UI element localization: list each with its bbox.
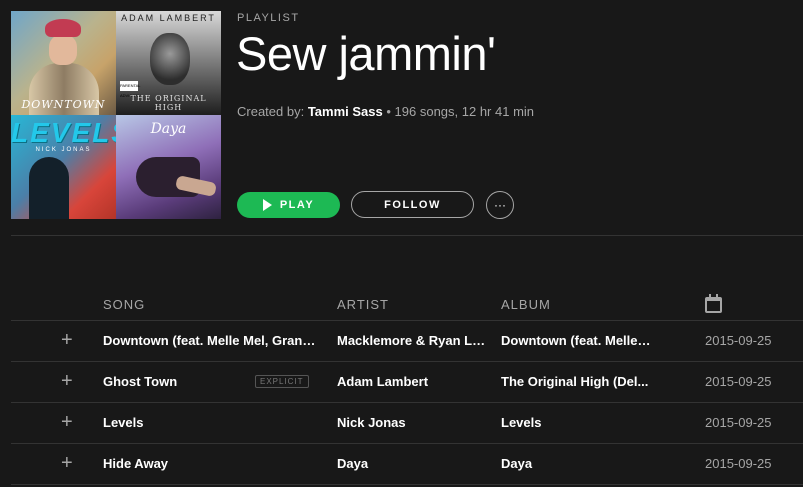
creator-link[interactable]: Tammi Sass xyxy=(308,104,383,119)
table-row[interactable]: + Downtown (feat. Melle Mel, Grand... Ma… xyxy=(11,321,803,362)
created-by-label: Created by: xyxy=(237,104,305,119)
play-button-label: PLAY xyxy=(279,199,315,211)
add-track-icon[interactable]: + xyxy=(61,329,73,352)
table-row[interactable]: + Ghost Town EXPLICIT Adam Lambert The O… xyxy=(11,362,803,403)
track-title: Hide Away xyxy=(103,456,169,471)
track-artist-link[interactable]: Macklemore & Ryan Le... xyxy=(337,333,489,348)
cover-title-text: LEVELS xyxy=(11,117,116,148)
add-track-icon[interactable]: + xyxy=(61,452,73,475)
column-header-artist[interactable]: ARTIST xyxy=(337,297,389,312)
play-icon xyxy=(262,199,272,211)
track-album-link[interactable]: Daya xyxy=(501,456,651,471)
header-divider xyxy=(11,235,803,236)
track-artist-link[interactable]: Daya xyxy=(337,456,489,471)
playlist-stats: • 196 songs, 12 hr 41 min xyxy=(386,104,535,119)
playlist-meta: Created by: Tammi Sass • 196 songs, 12 h… xyxy=(237,104,534,119)
playlist-type-label: PLAYLIST xyxy=(237,12,300,24)
column-header-song[interactable]: SONG xyxy=(103,297,145,312)
calendar-icon[interactable] xyxy=(705,294,722,313)
cover-caption: THE ORIGINAL HIGH xyxy=(130,94,207,112)
playlist-title: Sew jammin' xyxy=(236,27,496,80)
more-options-button[interactable]: ··· xyxy=(486,191,514,219)
track-album-link[interactable]: Levels xyxy=(501,415,651,430)
track-date-added: 2015-09-25 xyxy=(705,456,772,471)
track-artist-link[interactable]: Nick Jonas xyxy=(337,415,489,430)
album-cover-levels: LEVELS NICK JONAS xyxy=(11,115,116,219)
album-cover-daya: Daya xyxy=(116,115,221,219)
track-title: Downtown (feat. Melle Mel, Grand... xyxy=(103,333,321,348)
cover-artist-text: NICK JONAS xyxy=(35,147,92,153)
play-button[interactable]: PLAY xyxy=(237,192,340,218)
track-album-link[interactable]: The Original High (Del... xyxy=(501,374,651,389)
table-row[interactable]: + Levels Nick Jonas Levels 2015-09-25 xyxy=(11,403,803,444)
cover-artist-text: ADAM LAMBERT xyxy=(121,13,216,23)
follow-button[interactable]: FOLLOW xyxy=(351,191,474,218)
track-title: Levels xyxy=(103,415,144,430)
table-row[interactable]: + Hide Away Daya Daya 2015-09-25 xyxy=(11,444,803,485)
track-artist-link[interactable]: Adam Lambert xyxy=(337,374,489,389)
album-cover-downtown: DOWNTOWN xyxy=(11,11,116,115)
ellipsis-icon: ··· xyxy=(494,198,506,212)
explicit-badge: EXPLICIT xyxy=(255,375,309,388)
track-album-link[interactable]: Downtown (feat. Melle ... xyxy=(501,333,651,348)
cover-caption: Daya xyxy=(150,121,187,137)
cover-caption: DOWNTOWN xyxy=(21,98,106,111)
column-header-album[interactable]: ALBUM xyxy=(501,297,551,312)
add-track-icon[interactable]: + xyxy=(61,411,73,434)
track-date-added: 2015-09-25 xyxy=(705,374,772,389)
playlist-cover-mosaic: DOWNTOWN ADAM LAMBERT PARENTAL ADVISORY … xyxy=(11,11,221,219)
album-cover-the-original-high: ADAM LAMBERT PARENTAL ADVISORY THE ORIGI… xyxy=(116,11,221,115)
track-date-added: 2015-09-25 xyxy=(705,333,772,348)
add-track-icon[interactable]: + xyxy=(61,370,73,393)
track-date-added: 2015-09-25 xyxy=(705,415,772,430)
parental-advisory-label: PARENTAL ADVISORY xyxy=(120,81,141,98)
